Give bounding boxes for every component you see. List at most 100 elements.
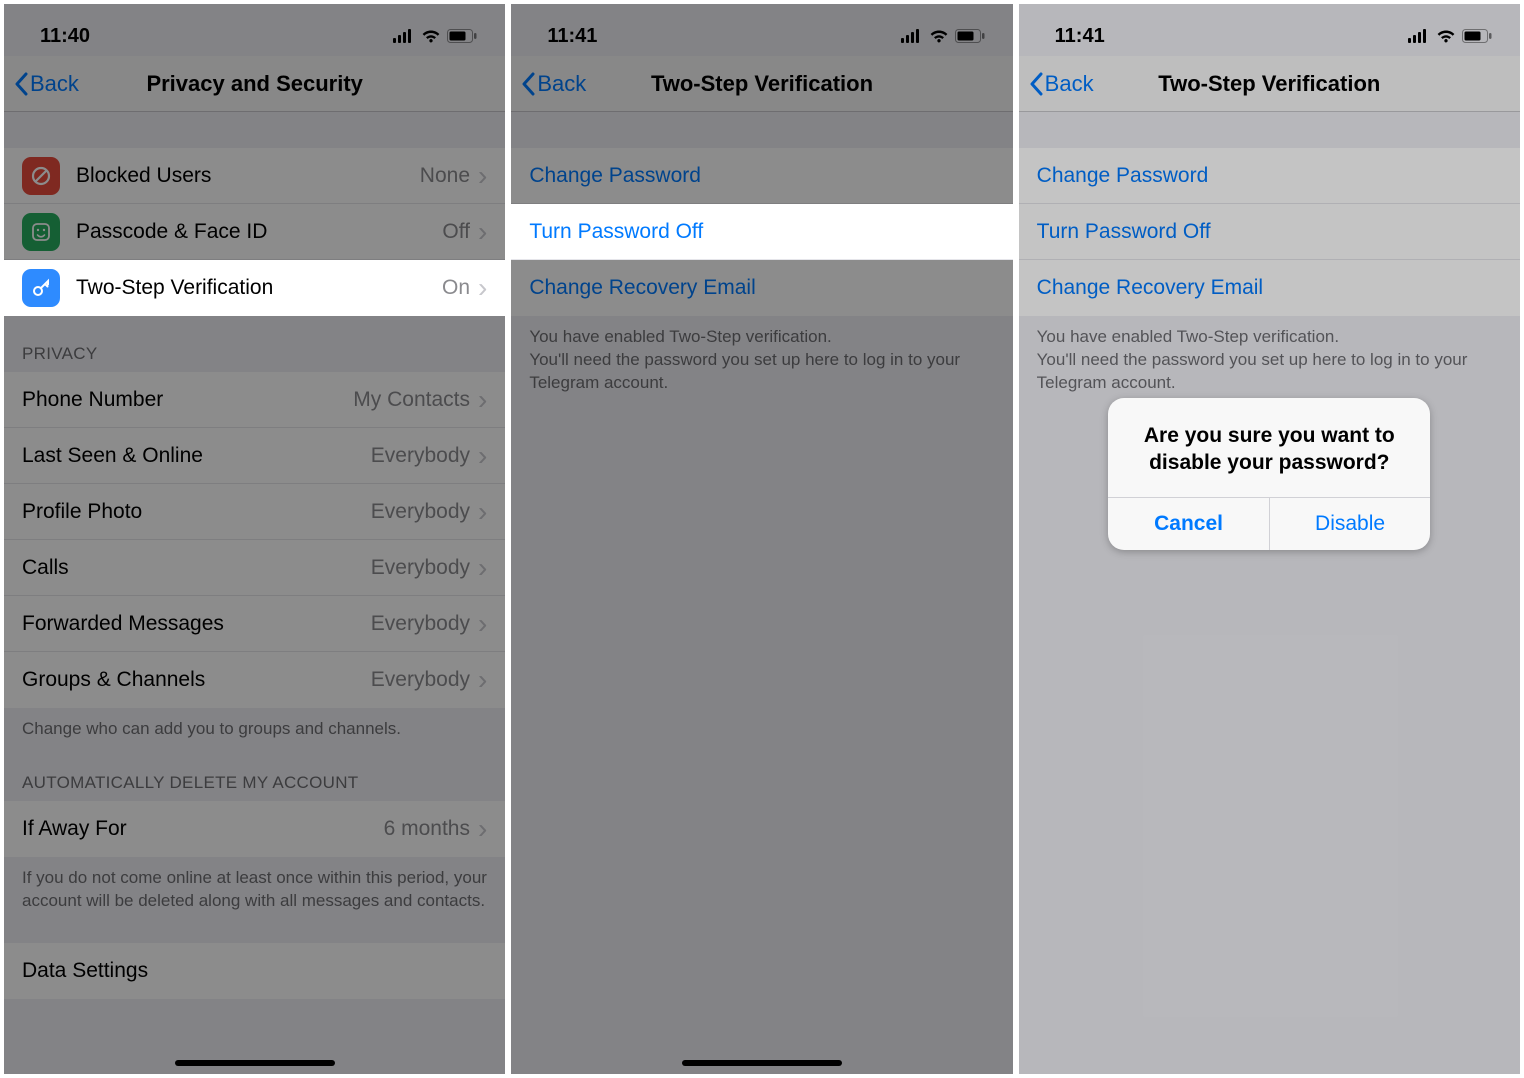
chevron-right-icon: ›	[478, 813, 487, 845]
row-value: 6 months	[384, 817, 470, 841]
home-indicator[interactable]	[682, 1060, 842, 1066]
signal-icon	[1408, 29, 1430, 43]
row-label: Change Recovery Email	[1037, 276, 1502, 300]
status-right	[901, 29, 985, 43]
key-icon	[22, 269, 60, 307]
wifi-icon	[1436, 29, 1456, 43]
status-time: 11:41	[547, 25, 597, 48]
privacy-group: Phone Number My Contacts › Last Seen & O…	[4, 372, 505, 708]
battery-icon	[447, 29, 477, 43]
alert-buttons: Cancel Disable	[1108, 497, 1430, 550]
row-two-step-verification[interactable]: Two-Step Verification On ›	[4, 260, 505, 316]
wifi-icon	[929, 29, 949, 43]
nav-bar: Back Two-Step Verification	[511, 56, 1012, 112]
row-change-password[interactable]: Change Password	[511, 148, 1012, 204]
chevron-right-icon: ›	[478, 216, 487, 248]
delete-footer: If you do not come online at least once …	[4, 857, 505, 917]
row-label: Calls	[22, 556, 371, 580]
row-forwarded-messages[interactable]: Forwarded Messages Everybody ›	[4, 596, 505, 652]
privacy-footer: Change who can add you to groups and cha…	[4, 708, 505, 745]
two-step-group: Change Password Turn Password Off Change…	[511, 148, 1012, 316]
disable-button[interactable]: Disable	[1269, 498, 1431, 550]
screen-two-step: 11:41 Back Two-Step Verification Change …	[511, 4, 1012, 1074]
row-value: None	[420, 164, 470, 188]
row-label: Passcode & Face ID	[76, 220, 442, 244]
row-data-settings[interactable]: Data Settings	[4, 943, 505, 999]
two-step-footer: You have enabled Two-Step verification. …	[511, 316, 1012, 399]
row-label: Groups & Channels	[22, 668, 371, 692]
row-change-recovery-email[interactable]: Change Recovery Email	[511, 260, 1012, 316]
row-value: My Contacts	[353, 388, 470, 412]
row-last-seen[interactable]: Last Seen & Online Everybody ›	[4, 428, 505, 484]
row-label: Phone Number	[22, 388, 353, 412]
row-value: Everybody	[371, 612, 470, 636]
row-blocked-users[interactable]: Blocked Users None ›	[4, 148, 505, 204]
signal-icon	[901, 29, 923, 43]
chevron-right-icon: ›	[478, 272, 487, 304]
chevron-right-icon: ›	[478, 552, 487, 584]
signal-icon	[393, 29, 415, 43]
row-turn-password-off[interactable]: Turn Password Off	[1019, 204, 1520, 260]
back-label: Back	[1045, 71, 1094, 97]
page-title: Two-Step Verification	[511, 71, 1012, 97]
back-button[interactable]: Back	[14, 71, 79, 97]
battery-icon	[1462, 29, 1492, 43]
chevron-left-icon	[521, 72, 535, 96]
row-label: Profile Photo	[22, 500, 371, 524]
row-label: Change Password	[1037, 164, 1502, 188]
back-label: Back	[537, 71, 586, 97]
battery-icon	[955, 29, 985, 43]
row-value: Everybody	[371, 500, 470, 524]
row-groups-channels[interactable]: Groups & Channels Everybody ›	[4, 652, 505, 708]
two-step-group: Change Password Turn Password Off Change…	[1019, 148, 1520, 316]
row-label: Turn Password Off	[529, 220, 994, 244]
disable-password-alert: Are you sure you want to disable your pa…	[1108, 398, 1430, 550]
row-label: If Away For	[22, 817, 384, 841]
row-value: On	[442, 276, 470, 300]
alert-title: Are you sure you want to disable your pa…	[1108, 398, 1430, 497]
status-bar: 11:40	[4, 4, 505, 56]
row-if-away-for[interactable]: If Away For 6 months ›	[4, 801, 505, 857]
nav-bar: Back Privacy and Security	[4, 56, 505, 112]
row-label: Change Recovery Email	[529, 276, 994, 300]
status-right	[1408, 29, 1492, 43]
chevron-right-icon: ›	[478, 664, 487, 696]
blocked-icon	[22, 157, 60, 195]
chevron-left-icon	[1029, 72, 1043, 96]
security-group: Blocked Users None › Passcode & Face ID …	[4, 148, 505, 316]
row-label: Turn Password Off	[1037, 220, 1502, 244]
row-calls[interactable]: Calls Everybody ›	[4, 540, 505, 596]
back-button[interactable]: Back	[1029, 71, 1094, 97]
row-passcode-faceid[interactable]: Passcode & Face ID Off ›	[4, 204, 505, 260]
privacy-section-header: PRIVACY	[4, 316, 505, 372]
delete-section-header: AUTOMATICALLY DELETE MY ACCOUNT	[4, 745, 505, 801]
chevron-right-icon: ›	[478, 384, 487, 416]
row-label: Forwarded Messages	[22, 612, 371, 636]
row-change-recovery-email[interactable]: Change Recovery Email	[1019, 260, 1520, 316]
data-settings-group: Data Settings	[4, 943, 505, 999]
row-label: Change Password	[529, 164, 994, 188]
row-label: Blocked Users	[76, 164, 420, 188]
nav-bar: Back Two-Step Verification	[1019, 56, 1520, 112]
status-right	[393, 29, 477, 43]
back-label: Back	[30, 71, 79, 97]
two-step-footer: You have enabled Two-Step verification. …	[1019, 316, 1520, 399]
chevron-right-icon: ›	[478, 608, 487, 640]
chevron-right-icon: ›	[478, 160, 487, 192]
back-button[interactable]: Back	[521, 71, 586, 97]
row-profile-photo[interactable]: Profile Photo Everybody ›	[4, 484, 505, 540]
screen-privacy-security: 11:40 Back Privacy and Security Blocked …	[4, 4, 505, 1074]
status-bar: 11:41	[511, 4, 1012, 56]
cancel-button[interactable]: Cancel	[1108, 498, 1269, 550]
wifi-icon	[421, 29, 441, 43]
delete-group: If Away For 6 months ›	[4, 801, 505, 857]
row-change-password[interactable]: Change Password	[1019, 148, 1520, 204]
page-title: Privacy and Security	[4, 71, 505, 97]
passcode-icon	[22, 213, 60, 251]
row-value: Off	[442, 220, 470, 244]
chevron-right-icon: ›	[478, 496, 487, 528]
row-turn-password-off[interactable]: Turn Password Off	[511, 204, 1012, 260]
status-time: 11:41	[1055, 25, 1105, 48]
row-phone-number[interactable]: Phone Number My Contacts ›	[4, 372, 505, 428]
home-indicator[interactable]	[175, 1060, 335, 1066]
